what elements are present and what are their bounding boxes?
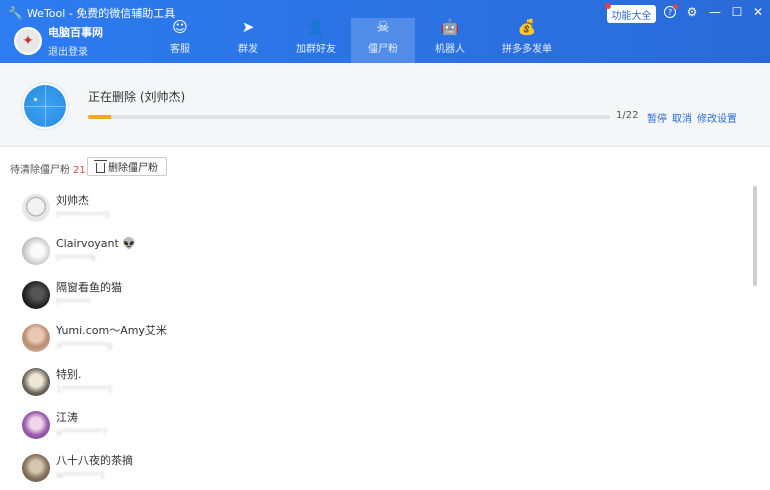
- gear-icon: ⚙: [686, 5, 698, 19]
- app-title: 🔧 WeTool - 免费的微信辅助工具: [8, 5, 175, 21]
- tab-robot[interactable]: 🤖 机器人: [425, 18, 475, 63]
- main-nav: ☺ 客服 ➤ 群发 👤 加群好友 ☠ 僵尸粉 🤖 机器人 💰 拼多多发单: [155, 18, 561, 63]
- pending-count: 21: [73, 165, 86, 176]
- avatar: [22, 324, 50, 352]
- help-glyph: ?: [667, 7, 673, 17]
- minimize-button[interactable]: —: [708, 5, 722, 19]
- avatar: [22, 411, 50, 439]
- add-friend-icon: 👤: [306, 18, 326, 36]
- feature-list-button[interactable]: 功能大全: [605, 3, 656, 23]
- deleting-status: 正在删除 (刘帅杰): [88, 90, 186, 104]
- avatar: [22, 368, 50, 396]
- app-title-text: WeTool - 免费的微信辅助工具: [26, 7, 176, 20]
- radar-spark: [34, 98, 37, 101]
- user-profile: ✦ 电脑百事网 退出登录: [14, 24, 103, 58]
- maximize-icon: ☐: [731, 5, 743, 19]
- feature-list-label: 功能大全: [611, 10, 652, 22]
- pending-label-text: 待清除僵尸粉: [10, 165, 70, 176]
- wrench-icon: 🔧: [8, 6, 23, 20]
- modify-settings-button[interactable]: 修改设置: [697, 110, 737, 125]
- contact-name: 隔窗看鱼的猫: [56, 281, 122, 294]
- robot-icon: 🤖: [440, 18, 460, 36]
- contact-wechat-id: l**********3: [56, 211, 110, 221]
- avatar: [22, 281, 50, 309]
- header-bar: 🔧 WeTool - 免费的微信辅助工具 功能大全 ? ⚙ — ☐ ✕ ✦ 电脑…: [0, 0, 770, 63]
- pending-label: 待清除僵尸粉 21: [10, 161, 86, 176]
- tab-add-group-friends[interactable]: 👤 加群好友: [291, 18, 341, 63]
- contact-wechat-id: f*******: [56, 298, 91, 308]
- contact-name: 江涛: [56, 411, 78, 424]
- contact-name: Clairvoyant 👽: [56, 237, 137, 250]
- notification-dot: [605, 3, 611, 9]
- contact-name: 刘帅杰: [56, 194, 89, 207]
- progress-bar-fill: [88, 115, 112, 119]
- logout-link[interactable]: 退出登录: [48, 43, 103, 58]
- user-name: 电脑百事网: [48, 26, 103, 39]
- tab-label: 客服: [170, 44, 190, 55]
- help-icon: ?: [664, 4, 678, 18]
- tab-label: 群发: [238, 44, 258, 55]
- list-item[interactable]: 八十八夜的茶摘 w********1: [22, 452, 133, 484]
- cancel-button[interactable]: 取消: [672, 110, 692, 125]
- avatar: [22, 194, 50, 222]
- skull-icon: ☠: [376, 18, 390, 36]
- customer-service-icon: ☺: [172, 18, 188, 36]
- tab-mass-send[interactable]: ➤ 群发: [223, 18, 273, 63]
- tab-zombie-fans[interactable]: ☠ 僵尸粉: [351, 18, 415, 63]
- list-scrollbar[interactable]: [753, 186, 757, 286]
- avatar: [22, 237, 50, 265]
- contact-wechat-id: a*********7: [56, 428, 108, 438]
- user-info: 电脑百事网 退出登录: [48, 24, 103, 58]
- list-item[interactable]: 隔窗看鱼的猫 f*******: [22, 279, 122, 311]
- contact-wechat-id: w********1: [56, 471, 106, 481]
- contact-name: 特别.: [56, 368, 82, 381]
- avatar: [22, 454, 50, 482]
- list-item[interactable]: Yumi.com～Amy艾米 a**********g: [22, 322, 167, 354]
- help-button[interactable]: ?: [663, 4, 678, 19]
- progress-count: 1/22: [616, 110, 639, 121]
- list-item[interactable]: 江涛 a*********7: [22, 409, 108, 441]
- money-bag-icon: 💰: [517, 18, 537, 36]
- contact-wechat-id: t*******k: [56, 254, 97, 264]
- contact-name: Yumi.com～Amy艾米: [56, 324, 167, 337]
- radar-inner: [24, 85, 66, 127]
- delete-button-label: 删除僵尸粉: [108, 163, 158, 174]
- tab-label: 加群好友: [296, 44, 336, 55]
- pause-button[interactable]: 暂停: [647, 110, 667, 125]
- settings-button[interactable]: ⚙: [685, 5, 699, 19]
- avatar[interactable]: ✦: [14, 27, 42, 55]
- list-item[interactable]: 刘帅杰 l**********3: [22, 192, 109, 224]
- maximize-button[interactable]: ☐: [730, 5, 744, 19]
- radar-line-vertical: [45, 85, 46, 127]
- tab-pinduoduo[interactable]: 💰 拼多多发单: [493, 18, 561, 63]
- radar-scan-icon: [21, 82, 69, 130]
- progress-bar: [88, 115, 610, 119]
- tab-label: 机器人: [435, 44, 465, 55]
- tab-label: 拼多多发单: [502, 44, 552, 55]
- trash-icon: [94, 159, 107, 173]
- contact-name: 八十八夜的茶摘: [56, 454, 133, 467]
- close-icon: ✕: [752, 5, 764, 19]
- contact-wechat-id: 1**********5: [56, 385, 113, 395]
- close-button[interactable]: ✕: [751, 5, 765, 19]
- progress-panel: [0, 63, 770, 147]
- contact-wechat-id: a**********g: [56, 341, 113, 351]
- delete-zombie-fans-button[interactable]: 删除僵尸粉: [87, 157, 167, 176]
- list-item[interactable]: Clairvoyant 👽 t*******k: [22, 235, 136, 267]
- list-item[interactable]: 特别. 1**********5: [22, 366, 112, 398]
- tab-customer-service[interactable]: ☺ 客服: [155, 18, 205, 63]
- send-icon: ➤: [241, 18, 255, 36]
- help-notification-dot: [673, 4, 678, 9]
- minimize-icon: —: [709, 5, 721, 19]
- tab-label: 僵尸粉: [368, 44, 398, 55]
